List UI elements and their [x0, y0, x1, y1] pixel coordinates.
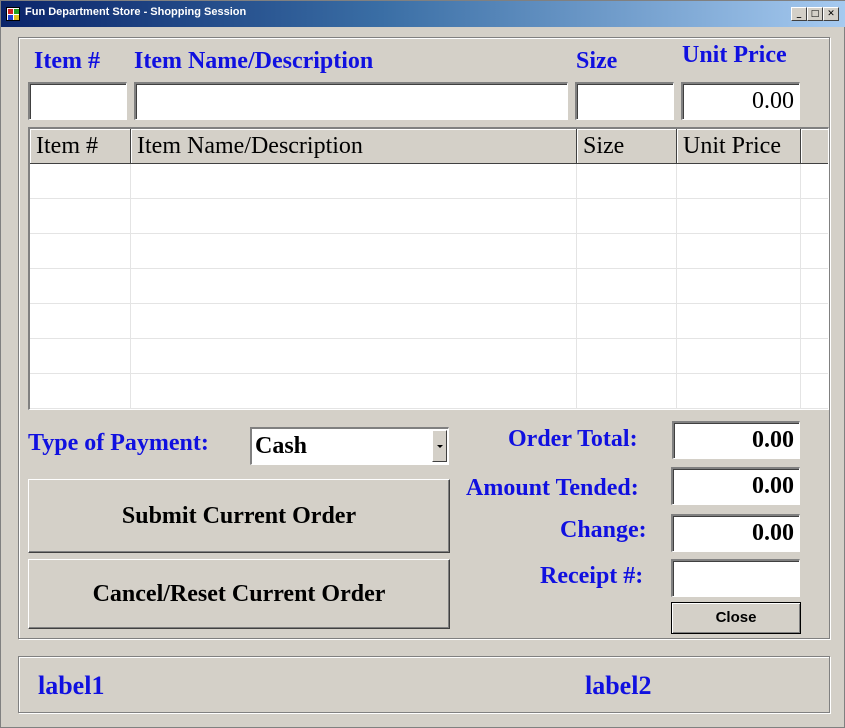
- table-cell[interactable]: [677, 164, 801, 199]
- table-row[interactable]: [30, 339, 828, 374]
- item-name-label: Item Name/Description: [134, 48, 374, 74]
- payment-type-value: Cash: [255, 433, 308, 459]
- table-row[interactable]: [30, 164, 828, 199]
- payment-type-label: Type of Payment:: [28, 430, 209, 456]
- table-cell[interactable]: [677, 339, 801, 374]
- table-cell[interactable]: [577, 304, 677, 339]
- order-total-field[interactable]: 0.00: [672, 421, 800, 459]
- table-row[interactable]: [30, 199, 828, 234]
- table-cell: [801, 304, 828, 339]
- table-cell: [801, 234, 828, 269]
- column-header-size[interactable]: Size: [577, 129, 677, 164]
- maximize-button[interactable]: □: [807, 7, 823, 21]
- table-cell: [801, 269, 828, 304]
- table-cell[interactable]: [131, 339, 577, 374]
- status-groupbox: [18, 656, 830, 713]
- payment-type-select[interactable]: Cash: [250, 427, 449, 465]
- change-field[interactable]: 0.00: [671, 514, 800, 552]
- table-cell[interactable]: [30, 339, 131, 374]
- table-cell[interactable]: [131, 304, 577, 339]
- column-header-filler: [801, 129, 828, 164]
- items-grid[interactable]: Item # Item Name/Description Size Unit P…: [28, 127, 829, 410]
- unit-price-input[interactable]: 0.00: [681, 82, 800, 120]
- close-button[interactable]: Close: [671, 602, 801, 634]
- table-cell[interactable]: [677, 199, 801, 234]
- chevron-down-icon[interactable]: [432, 430, 447, 462]
- column-header-unit-price[interactable]: Unit Price: [677, 129, 801, 164]
- table-cell[interactable]: [677, 234, 801, 269]
- table-cell[interactable]: [677, 304, 801, 339]
- table-row[interactable]: [30, 374, 828, 409]
- table-cell[interactable]: [577, 199, 677, 234]
- window-title: Fun Department Store - Shopping Session: [25, 6, 247, 18]
- order-total-label: Order Total:: [508, 426, 638, 452]
- app-icon: [6, 7, 20, 21]
- status-label-2: label2: [585, 671, 652, 700]
- size-label: Size: [576, 48, 618, 74]
- unit-price-label: Unit Price: [682, 42, 787, 68]
- status-label-1: label1: [38, 671, 105, 700]
- table-cell[interactable]: [131, 269, 577, 304]
- table-cell[interactable]: [30, 304, 131, 339]
- table-row[interactable]: [30, 269, 828, 304]
- submit-order-button[interactable]: Submit Current Order: [28, 479, 450, 553]
- table-cell[interactable]: [131, 199, 577, 234]
- app-window: Fun Department Store - Shopping Session …: [0, 0, 845, 728]
- table-cell[interactable]: [577, 339, 677, 374]
- table-cell[interactable]: [677, 374, 801, 409]
- amount-tended-input[interactable]: 0.00: [671, 467, 800, 505]
- table-cell[interactable]: [131, 234, 577, 269]
- table-cell[interactable]: [30, 269, 131, 304]
- table-cell[interactable]: [677, 269, 801, 304]
- table-cell[interactable]: [30, 164, 131, 199]
- table-cell[interactable]: [30, 199, 131, 234]
- item-number-input[interactable]: [28, 82, 127, 120]
- title-bar[interactable]: Fun Department Store - Shopping Session …: [1, 1, 845, 27]
- column-header-item-number[interactable]: Item #: [30, 129, 131, 164]
- table-cell[interactable]: [577, 374, 677, 409]
- size-input[interactable]: [575, 82, 674, 120]
- table-cell[interactable]: [577, 164, 677, 199]
- table-cell[interactable]: [30, 374, 131, 409]
- cancel-order-button[interactable]: Cancel/Reset Current Order: [28, 559, 450, 629]
- change-label: Change:: [560, 517, 647, 543]
- table-cell: [801, 374, 828, 409]
- table-row[interactable]: [30, 234, 828, 269]
- table-cell: [801, 164, 828, 199]
- close-window-button[interactable]: ✕: [823, 7, 839, 21]
- grid-header: Item # Item Name/Description Size Unit P…: [30, 129, 828, 164]
- table-cell: [801, 339, 828, 374]
- item-name-input[interactable]: [134, 82, 568, 120]
- table-cell[interactable]: [131, 164, 577, 199]
- receipt-number-field[interactable]: [671, 559, 800, 597]
- minimize-button[interactable]: _: [791, 7, 807, 21]
- column-header-item-name[interactable]: Item Name/Description: [131, 129, 577, 164]
- table-cell[interactable]: [577, 234, 677, 269]
- receipt-number-label: Receipt #:: [540, 563, 644, 589]
- table-cell: [801, 199, 828, 234]
- table-row[interactable]: [30, 304, 828, 339]
- item-number-label: Item #: [34, 48, 100, 74]
- amount-tended-label: Amount Tended:: [466, 475, 639, 501]
- table-cell[interactable]: [577, 269, 677, 304]
- table-cell[interactable]: [131, 374, 577, 409]
- table-cell[interactable]: [30, 234, 131, 269]
